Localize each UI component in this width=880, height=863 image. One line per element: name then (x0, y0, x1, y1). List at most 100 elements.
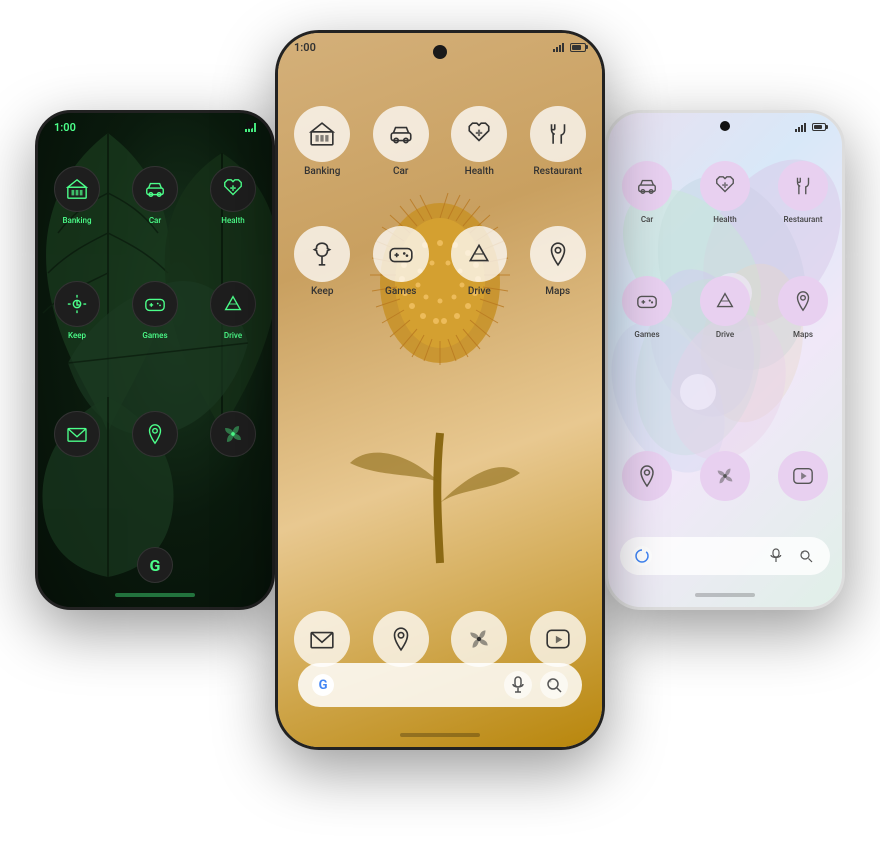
app-grid-beige-row1: Banking Car Health (283, 98, 597, 185)
camera-beige (433, 45, 447, 59)
app-pinwheel-light[interactable] (686, 443, 764, 509)
pinwheel-icon-light (700, 451, 750, 501)
pinwheel-icon-dark (210, 411, 256, 457)
games-label-dark: Games (142, 331, 167, 340)
maps-icon-light (778, 276, 828, 326)
drive-icon-dark (210, 281, 256, 327)
app-car-light[interactable]: Car (608, 153, 686, 232)
app-keep-dark[interactable]: Keep (38, 273, 116, 348)
app-pinwheel-dark[interactable] (194, 403, 272, 465)
phone-left: 1:00 Banking (35, 110, 275, 610)
location-icon-beige (373, 611, 429, 667)
app-drive-light[interactable]: Drive (686, 268, 764, 347)
app-grid-dark-row3 (38, 403, 272, 465)
keep-icon-beige (294, 226, 350, 282)
games-icon-beige (373, 226, 429, 282)
health-label-light: Health (713, 215, 736, 224)
google-icon-dark[interactable]: G (137, 547, 173, 583)
phones-container: 1:00 Banking (0, 0, 880, 863)
app-maps-dark[interactable] (116, 403, 194, 465)
health-label-beige: Health (465, 166, 494, 177)
status-icons-light (795, 123, 826, 132)
restaurant-icon-light (778, 161, 828, 211)
restaurant-icon-beige (530, 106, 586, 162)
camera-dark (246, 121, 254, 129)
app-health-light[interactable]: Health (686, 153, 764, 232)
banking-icon-dark (54, 166, 100, 212)
app-grid-light-row3 (608, 443, 842, 509)
screen-dark: 1:00 Banking (38, 113, 272, 607)
banking-label-beige: Banking (304, 166, 340, 177)
mic-icon-light[interactable] (764, 544, 788, 568)
app-grid-beige-row2: Keep Games Drive (283, 218, 597, 305)
games-label-beige: Games (385, 286, 416, 297)
lens-icon-light[interactable] (794, 544, 818, 568)
time-dark: 1:00 (54, 121, 76, 134)
app-grid-dark-row2: Keep Games Drive (38, 273, 272, 348)
car-icon-dark (132, 166, 178, 212)
app-games-light[interactable]: Games (608, 268, 686, 347)
maps-icon-beige (530, 226, 586, 282)
youtube-icon-light (778, 451, 828, 501)
drive-label-dark: Drive (224, 331, 242, 340)
app-car-beige[interactable]: Car (362, 98, 441, 185)
time-beige: 1:00 (294, 41, 316, 54)
search-bar-beige[interactable]: G (298, 663, 582, 707)
screen-light: Car Health Restaurant (608, 113, 842, 607)
app-drive-dark[interactable]: Drive (194, 273, 272, 348)
google-g-dark: G (150, 556, 161, 575)
car-label-light: Car (641, 215, 653, 224)
home-indicator-beige (400, 733, 480, 737)
location-icon-light (622, 451, 672, 501)
app-restaurant-light[interactable]: Restaurant (764, 153, 842, 232)
app-gmail-dark[interactable] (38, 403, 116, 465)
app-grid-light-row2: Games Drive Maps (608, 268, 842, 347)
app-grid-light-row1: Car Health Restaurant (608, 153, 842, 232)
gmail-icon-dark (54, 411, 100, 457)
youtube-icon-beige (530, 611, 586, 667)
keep-label-beige: Keep (311, 286, 334, 297)
camera-light (720, 121, 730, 131)
app-maps-light[interactable]: Maps (764, 268, 842, 347)
car-label-beige: Car (393, 166, 408, 177)
phone-right: Car Health Restaurant (605, 110, 845, 610)
app-games-dark[interactable]: Games (116, 273, 194, 348)
screen-beige: 1:00 Ban (278, 33, 602, 747)
keep-icon-dark (54, 281, 100, 327)
app-restaurant-beige[interactable]: Restaurant (519, 98, 598, 185)
drive-icon-beige (451, 226, 507, 282)
app-health-beige[interactable]: Health (440, 98, 519, 185)
search-lens-beige[interactable] (540, 671, 568, 699)
google-icon-light (632, 546, 652, 566)
health-icon-dark (210, 166, 256, 212)
app-games-beige[interactable]: Games (362, 218, 441, 305)
maps-label-beige: Maps (545, 286, 570, 297)
home-indicator-dark (115, 593, 195, 597)
search-mic-beige[interactable] (504, 671, 532, 699)
app-drive-beige[interactable]: Drive (440, 218, 519, 305)
car-label-dark: Car (149, 216, 161, 225)
app-car-dark[interactable]: Car (116, 158, 194, 233)
car-icon-light (622, 161, 672, 211)
search-bar-light[interactable] (620, 537, 830, 575)
app-location-light[interactable] (608, 443, 686, 509)
app-youtube-light[interactable] (764, 443, 842, 509)
keep-label-dark: Keep (68, 331, 86, 340)
phone-center: 1:00 Ban (275, 30, 605, 750)
app-banking-beige[interactable]: Banking (283, 98, 362, 185)
app-banking-dark[interactable]: Banking (38, 158, 116, 233)
games-icon-dark (132, 281, 178, 327)
pinwheel-icon-beige (451, 611, 507, 667)
signal-icon-beige (553, 43, 564, 52)
google-g-letter: G (319, 678, 328, 693)
app-health-dark[interactable]: Health (194, 158, 272, 233)
games-icon-light (622, 276, 672, 326)
drive-icon-light (700, 276, 750, 326)
app-grid-dark-row1: Banking Car Health (38, 158, 272, 233)
app-maps-beige[interactable]: Maps (519, 218, 598, 305)
google-g-beige: G (312, 674, 334, 696)
banking-label-dark: Banking (62, 216, 91, 225)
gmail-icon-beige (294, 611, 350, 667)
app-keep-beige[interactable]: Keep (283, 218, 362, 305)
home-indicator-light (695, 593, 755, 597)
